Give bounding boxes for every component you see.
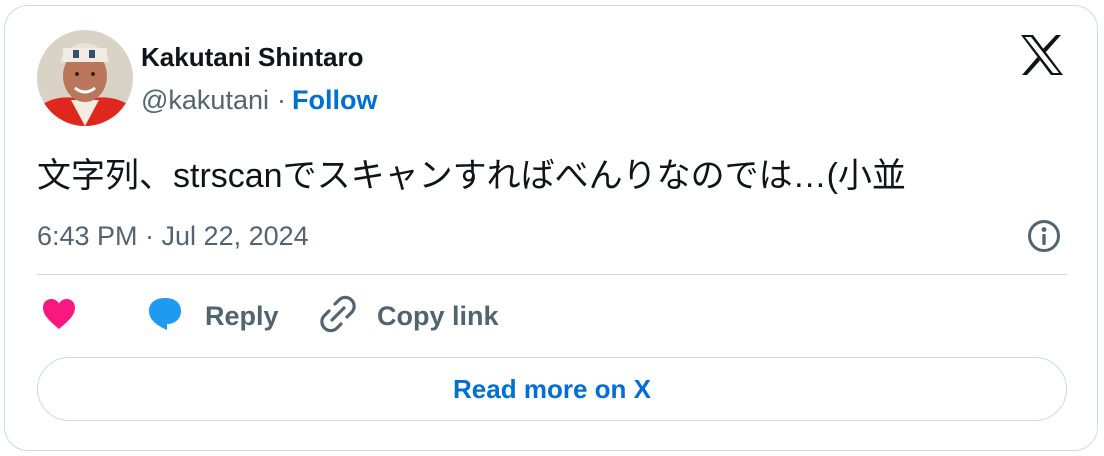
copy-link-label: Copy link	[377, 300, 499, 331]
like-button[interactable]	[41, 296, 77, 336]
tweet-card: Kakutani Shintaro @kakutani · Follow 文字列、s…	[4, 5, 1098, 451]
avatar[interactable]	[37, 30, 133, 126]
heart-icon	[41, 297, 77, 336]
handle-separator: ·	[276, 85, 286, 115]
author-handle[interactable]: @kakutani	[141, 85, 269, 115]
reply-label: Reply	[205, 300, 279, 331]
author-handle-row: @kakutani · Follow	[141, 84, 377, 116]
tweet-timestamp[interactable]: 6:43 PM · Jul 22, 2024	[37, 220, 309, 252]
x-logo-icon[interactable]	[1019, 34, 1065, 76]
tweet-text: 文字列、strscanでスキャンすればべんりなのでは…(小並	[37, 157, 906, 195]
divider	[37, 274, 1067, 275]
link-icon	[319, 295, 357, 338]
reply-button[interactable]: Reply	[145, 296, 279, 336]
info-icon[interactable]	[1027, 219, 1061, 253]
copy-link-button[interactable]: Copy link	[319, 295, 499, 338]
follow-link[interactable]: Follow	[292, 85, 377, 115]
author-name[interactable]: Kakutani Shintaro	[141, 42, 363, 72]
speech-bubble-icon	[145, 295, 185, 338]
read-more-button[interactable]: Read more on X	[37, 357, 1067, 421]
